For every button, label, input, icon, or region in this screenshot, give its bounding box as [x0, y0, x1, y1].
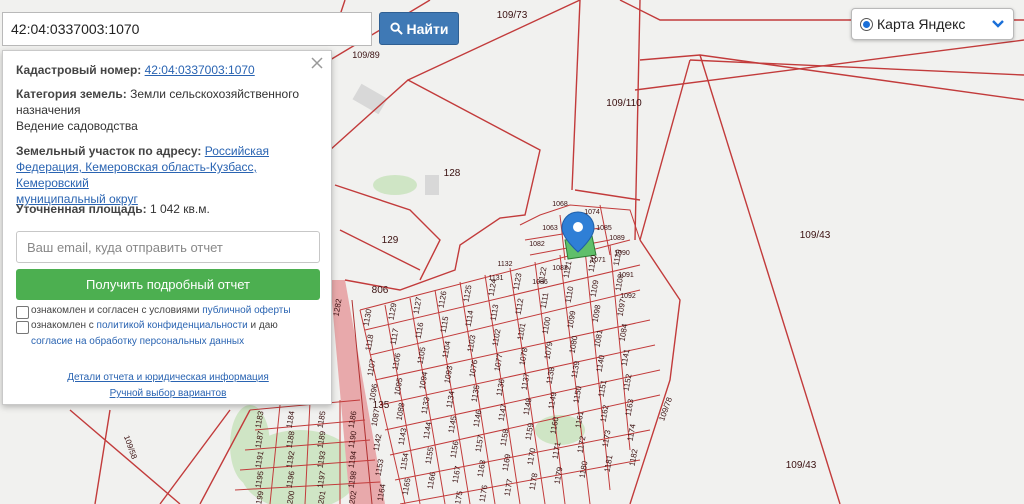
- map-type-label: Карта Яндекс: [877, 16, 966, 32]
- parcel-number-label: 109/110: [606, 98, 642, 109]
- report-details-link[interactable]: Детали отчета и юридическая информация: [3, 370, 333, 386]
- land-usage: Ведение садоводства: [16, 119, 138, 133]
- personal-data-consent-link[interactable]: согласие на обработку персональных данны…: [31, 336, 244, 347]
- consent-privacy-label: ознакомлен с: [31, 320, 94, 331]
- parcel-number-label: 1132: [497, 261, 512, 268]
- address-link-2[interactable]: Федерация, Кемеровская область-Кузбасс, …: [16, 160, 257, 190]
- parcel-number-label: 1063: [542, 225, 558, 232]
- address-link-1[interactable]: Российская: [205, 144, 269, 158]
- area-label: Уточненная площадь:: [16, 202, 147, 216]
- parcel-number-label: 806: [372, 285, 389, 296]
- search-icon: [389, 22, 403, 35]
- category-value-2: назначения: [16, 103, 81, 117]
- search-button-label: Найти: [406, 20, 449, 37]
- get-report-button[interactable]: Получить подробный отчет: [16, 269, 320, 300]
- parcel-number-label: 109/43: [786, 460, 817, 471]
- consent-privacy-and: и даю: [250, 320, 278, 331]
- area-value: 1 042 кв.м.: [149, 202, 210, 216]
- parcel-number-label: 109/73: [497, 10, 528, 21]
- parcel-number-label: 1085: [596, 225, 612, 232]
- map-type-select[interactable]: Карта Яндекс: [851, 8, 1014, 40]
- cadastral-search-input[interactable]: [2, 12, 372, 46]
- category-row: Категория земель: Земли сельскохозяйстве…: [16, 86, 321, 134]
- manual-selection-link[interactable]: Ручной выбор вариантов: [3, 386, 333, 402]
- parcel-number-label: 1082: [529, 241, 545, 248]
- consent-offer-label: ознакомлен и согласен с условиями: [31, 305, 200, 316]
- parcel-number-label: 109/43: [800, 230, 831, 241]
- cadastral-row: Кадастровый номер: 42:04:0337003:1070: [16, 62, 321, 78]
- cadastral-number-link[interactable]: 42:04:0337003:1070: [145, 63, 255, 77]
- radio-selected-icon: [860, 17, 873, 31]
- parcel-number-label: 1068: [552, 201, 568, 208]
- consent-privacy-text: ознакомлен с политикой конфиденциальност…: [31, 318, 321, 350]
- privacy-policy-link[interactable]: политикой конфиденциальности: [97, 320, 248, 331]
- parcel-number-label: 109/89: [352, 50, 380, 60]
- parcel-number-label: 129: [382, 235, 399, 246]
- chevron-down-icon: [992, 20, 1004, 28]
- consent-privacy-checkbox[interactable]: [16, 321, 29, 334]
- category-value: Земли сельскохозяйственного: [130, 87, 300, 101]
- public-offer-link[interactable]: публичной оферты: [202, 305, 290, 316]
- consent-offer-text: ознакомлен и согласен с условиями публич…: [31, 303, 321, 319]
- address-label: Земельный участок по адресу:: [16, 144, 202, 158]
- address-row: Земельный участок по адресу: Российская …: [16, 143, 321, 207]
- parcel-number-label: 1089: [609, 235, 625, 242]
- category-label: Категория земель:: [16, 87, 127, 101]
- parcel-number-label: 1074: [584, 209, 600, 216]
- consent-offer-checkbox[interactable]: [16, 306, 29, 319]
- email-field[interactable]: [16, 231, 320, 263]
- area-row: Уточненная площадь: 1 042 кв.м.: [16, 201, 321, 217]
- cadastral-label: Кадастровый номер:: [16, 63, 142, 77]
- search-button[interactable]: Найти: [379, 12, 459, 45]
- parcel-number-label: 128: [444, 168, 461, 179]
- parcel-info-panel: Кадастровый номер: 42:04:0337003:1070 Ка…: [2, 50, 332, 405]
